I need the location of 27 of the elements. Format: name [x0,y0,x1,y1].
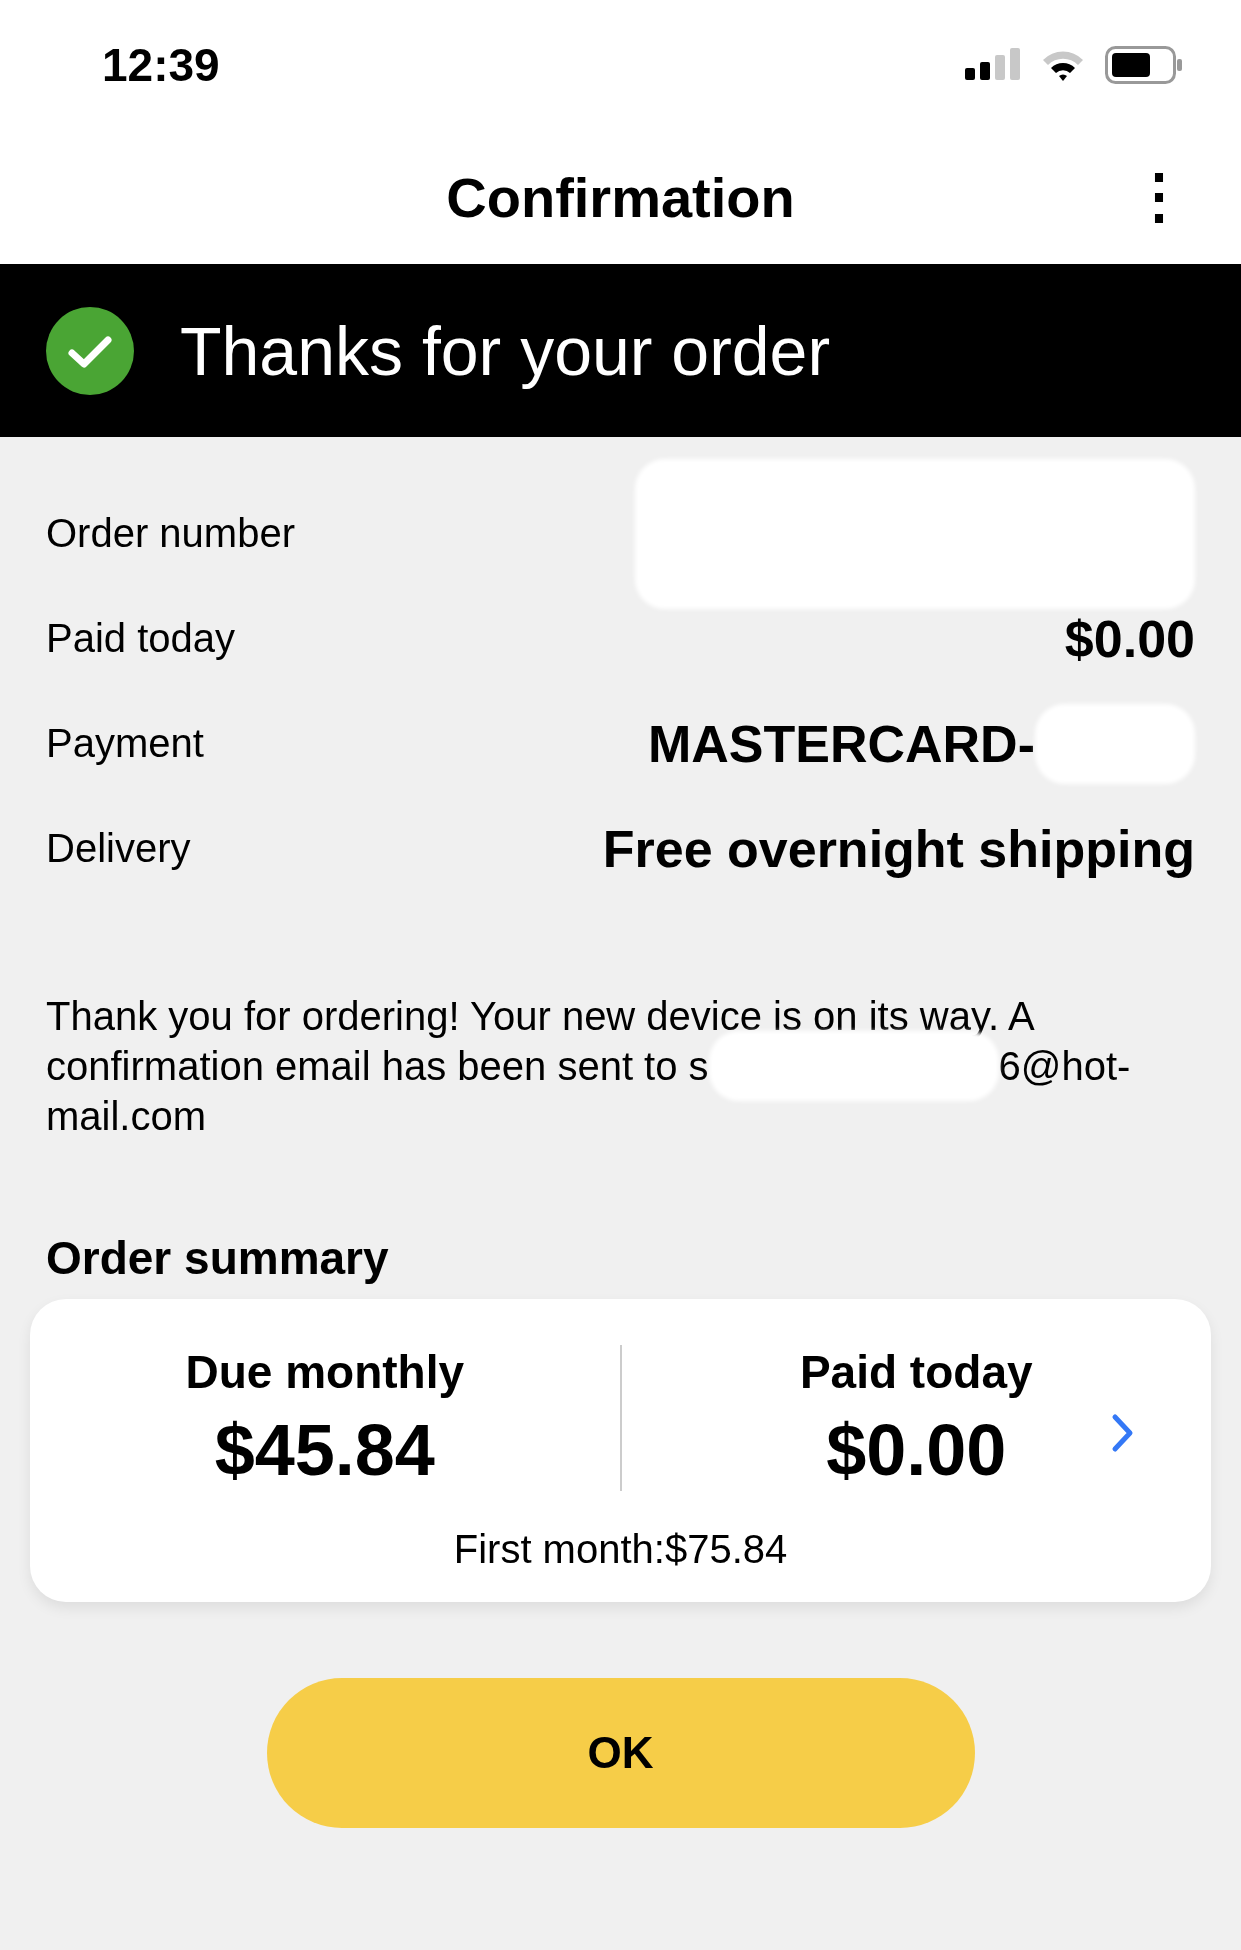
summary-label: Due monthly [185,1345,465,1399]
summary-amount: $45.84 [214,1409,435,1491]
message-line: 6@hot- [998,1043,1131,1090]
status-time: 12:39 [102,38,220,92]
more-menu-button[interactable]: ⋮ [1117,162,1201,232]
detail-value: Free overnight shipping [602,818,1195,879]
chevron-right-icon [1111,1413,1135,1453]
message-line: confirmation email has been sent to s [46,1043,709,1090]
signal-icon [965,48,1021,82]
first-month-note: First month:$75.84 [453,1527,788,1572]
section-heading: Order summary [45,1231,390,1286]
detail-label: Payment [46,721,204,766]
detail-label: Order number [46,511,295,556]
detail-value: $0.00 [1064,608,1195,669]
message-line: mail.com [46,1093,207,1140]
ok-button[interactable]: OK [266,1678,975,1828]
check-circle-icon [46,306,134,395]
summary-label: Paid today [799,1345,1033,1399]
summary-amount: $0.00 [826,1409,1007,1491]
battery-icon [1105,46,1183,84]
detail-value: MASTERCARD- [647,713,1035,774]
message-line: Thank you for ordering! Your new device is on its way. A [46,993,1035,1040]
summary-card[interactable]: Due monthly $45.84 Paid today $0.00 First month:$75.84 [30,1299,1211,1602]
detail-label: Delivery [46,826,191,871]
page-title: Confirmation [446,164,795,230]
banner-message: Thanks for your order [180,311,831,390]
detail-label: Paid today [46,616,236,661]
